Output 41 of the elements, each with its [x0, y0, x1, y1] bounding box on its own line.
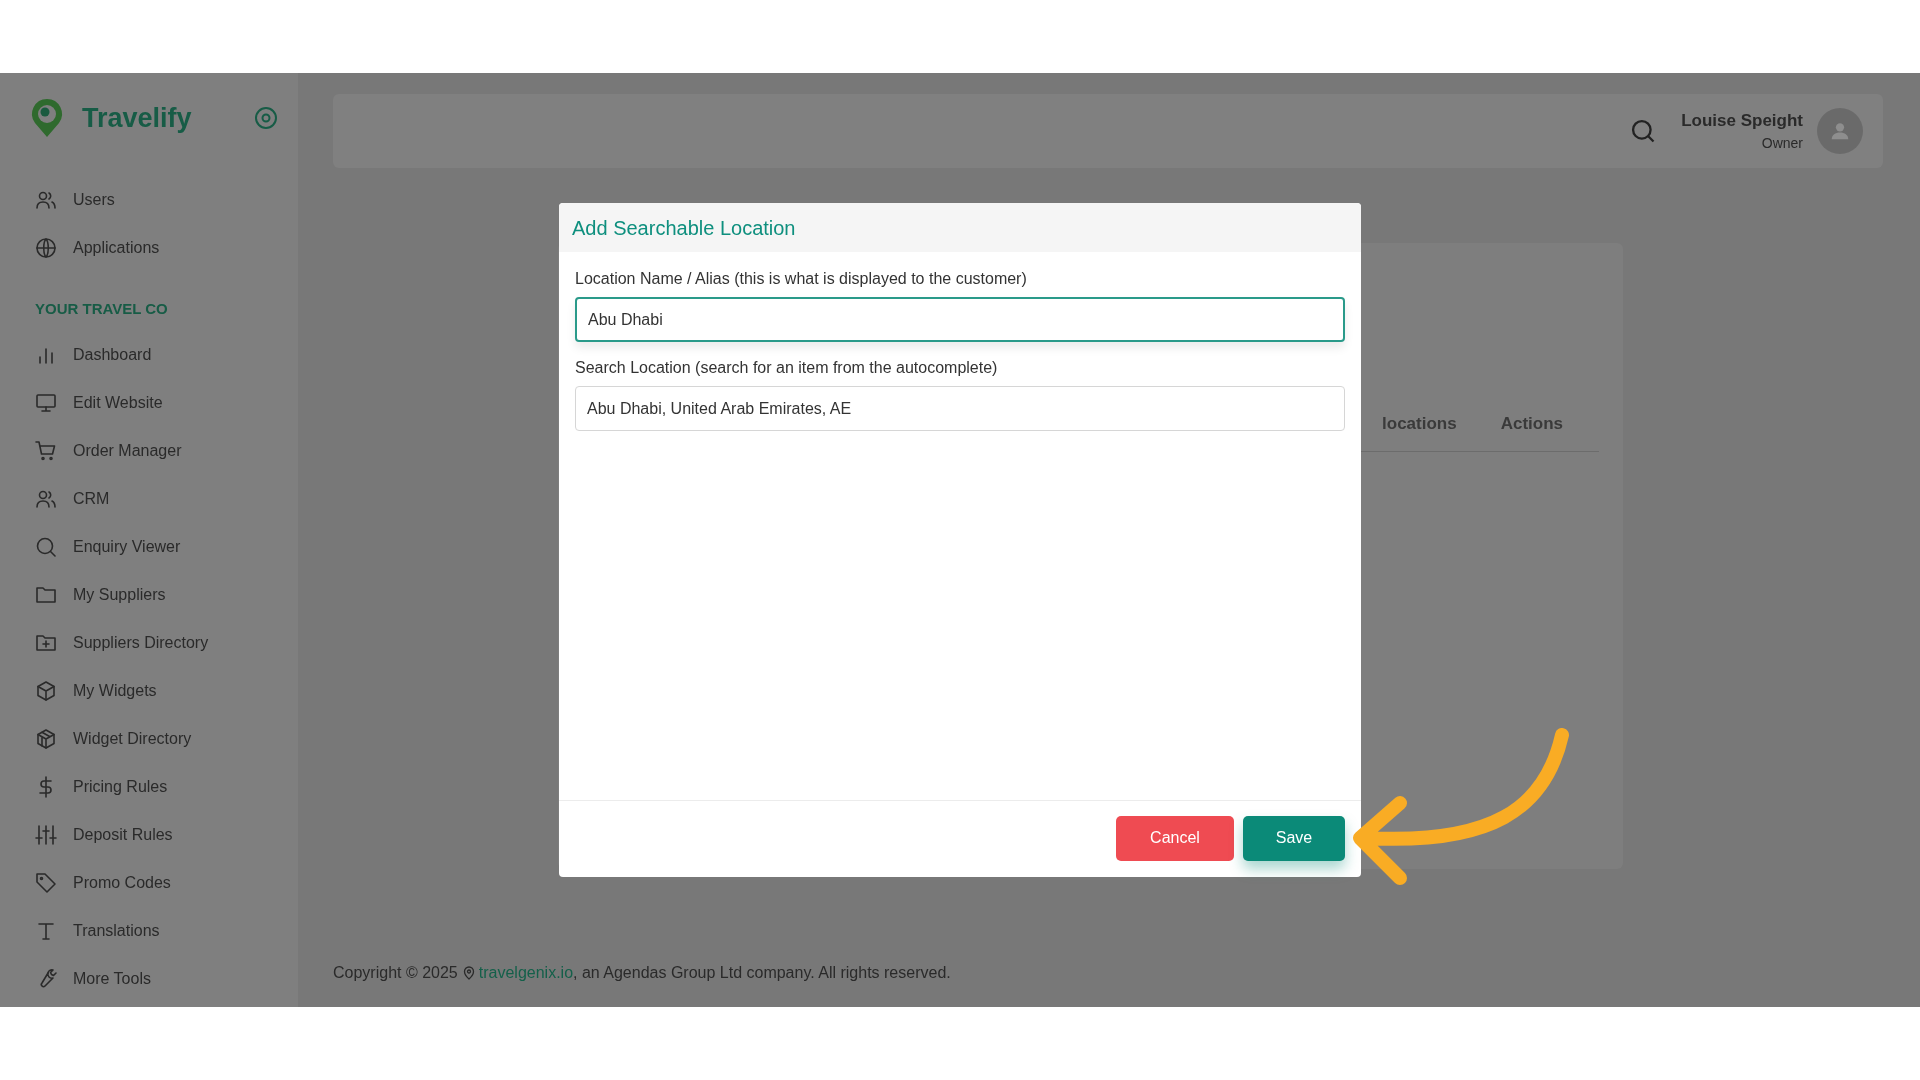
- user-role: Owner: [1761, 134, 1803, 154]
- person-icon: [1829, 120, 1851, 142]
- sidebar-item[interactable]: Suppliers Directory: [0, 618, 298, 667]
- save-button[interactable]: Save: [1243, 815, 1345, 861]
- sidebar-item[interactable]: Order Manager: [0, 426, 298, 475]
- sidebar-item[interactable]: My Widgets: [0, 666, 298, 715]
- dialog-title: Add Searchable Location: [572, 215, 796, 241]
- field-label: Search Location (search for an item from the autocomplete): [575, 358, 998, 378]
- column-header: locations: [1382, 413, 1457, 435]
- sidebar-item[interactable]: Edit Website: [0, 378, 298, 427]
- sliders-icon: [34, 822, 58, 847]
- sidebar-item[interactable]: Enquiry Viewer: [0, 522, 298, 571]
- cancel-button[interactable]: Cancel: [1116, 815, 1234, 861]
- target-icon[interactable]: [254, 106, 278, 130]
- sidebar-item[interactable]: My Suppliers: [0, 570, 298, 619]
- boxes-icon: [34, 726, 58, 751]
- globe-icon: [34, 236, 58, 260]
- input-field[interactable]: Abu Dhabi: [575, 297, 1345, 342]
- cart-icon: [34, 438, 58, 463]
- section-heading: YOUR TRAVEL CO: [34, 299, 169, 319]
- cube-icon: [34, 678, 58, 703]
- field-label: Location Name / Alias (this is what is displayed to the customer): [575, 269, 1027, 289]
- sidebar-item[interactable]: CRM: [0, 474, 298, 523]
- sidebar-item[interactable]: More Tools: [0, 954, 298, 1003]
- sidebar-item[interactable]: Deposit Rules: [0, 810, 298, 859]
- sidebar-item[interactable]: Dashboard: [0, 330, 298, 379]
- sidebar-item[interactable]: Translations: [0, 906, 298, 955]
- copyright-text: Copyright © 2025 travelgenix.io, an Agendas Group Ltd company. All rights reserved.: [333, 961, 1883, 985]
- location-pin-icon: [462, 966, 475, 980]
- user-name: Louise Speight: [1681, 109, 1803, 132]
- input-field[interactable]: Abu Dhabi, United Arab Emirates, AE: [575, 386, 1345, 431]
- sidebar-item[interactable]: Applications: [0, 224, 298, 272]
- brand-name: Travelify: [82, 101, 192, 135]
- pin-logo-icon: [29, 97, 65, 139]
- sidebar-item[interactable]: Promo Codes: [0, 858, 298, 907]
- column-header: Actions: [1500, 413, 1563, 435]
- avatar[interactable]: [1817, 108, 1863, 154]
- sidebar-item[interactable]: Users: [0, 176, 298, 224]
- tag-icon: [34, 870, 58, 895]
- sidebar-item[interactable]: Pricing Rules: [0, 762, 298, 811]
- sidebar-item[interactable]: Widget Directory: [0, 714, 298, 763]
